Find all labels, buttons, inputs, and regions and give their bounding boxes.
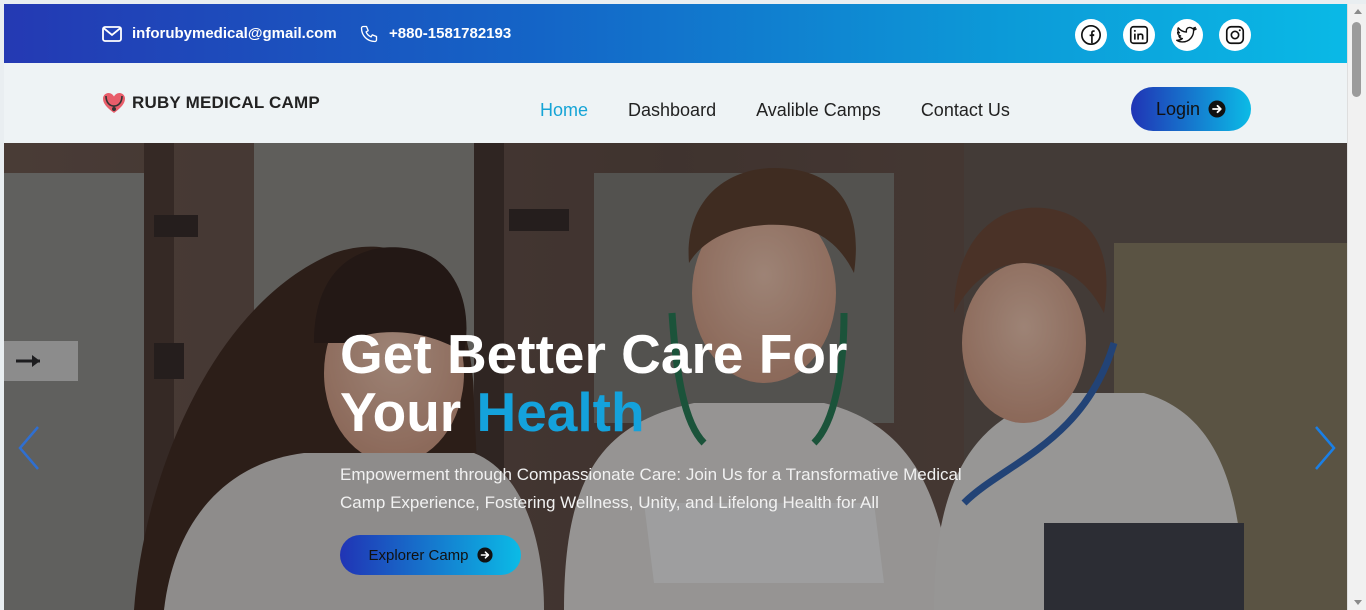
mail-icon xyxy=(102,25,122,42)
linkedin-link[interactable] xyxy=(1123,19,1155,51)
twitter-icon xyxy=(1176,26,1197,43)
instagram-link[interactable] xyxy=(1219,19,1251,51)
main-navbar: RUBY MEDICAL CAMP Home Dashboard Avalibl… xyxy=(4,63,1347,143)
scrollbar-thumb[interactable] xyxy=(1352,22,1361,97)
nav-item-dashboard[interactable]: Dashboard xyxy=(628,100,716,121)
carousel-prev-icon[interactable] xyxy=(14,423,44,473)
scroll-down-arrow-icon[interactable] xyxy=(1354,600,1362,605)
hero-title-line2: Your Health xyxy=(340,383,940,441)
hero-title-plain: Your xyxy=(340,381,462,443)
phone-icon xyxy=(360,25,378,42)
heart-stethoscope-icon xyxy=(103,93,125,113)
arrow-right-circle-icon xyxy=(476,547,493,563)
browser-viewport: inforubymedical@gmail.com +880-158178219… xyxy=(4,4,1347,610)
nav-item-contact-us[interactable]: Contact Us xyxy=(921,100,1010,121)
hero-title: Get Better Care For Your Health xyxy=(340,325,940,441)
linkedin-icon xyxy=(1129,25,1149,45)
vertical-scrollbar[interactable] xyxy=(1347,4,1366,610)
nav-item-available-camps[interactable]: Avalible Camps xyxy=(756,100,881,121)
social-links xyxy=(1075,19,1251,51)
brand-name: RUBY MEDICAL CAMP xyxy=(132,93,320,112)
facebook-icon xyxy=(1081,25,1101,45)
nav-menu: Home Dashboard Avalible Camps Contact Us xyxy=(540,100,1050,121)
hero-banner: Get Better Care For Your Health Empowerm… xyxy=(4,143,1347,610)
phone-contact[interactable]: +880-1581782193 xyxy=(359,4,511,63)
phone-text: +880-1581782193 xyxy=(389,25,512,42)
facebook-link[interactable] xyxy=(1075,19,1107,51)
arrow-right-circle-icon xyxy=(1208,100,1226,118)
login-button-label: Login xyxy=(1155,98,1201,119)
top-contact-bar: inforubymedical@gmail.com +880-158178219… xyxy=(4,4,1347,63)
hero-title-accent: Health xyxy=(476,381,645,443)
email-contact[interactable]: inforubymedical@gmail.com xyxy=(102,4,337,63)
hero-description: Empowerment through Compassionate Care: … xyxy=(340,465,962,512)
hero-title-line1: Get Better Care For xyxy=(340,323,848,385)
nav-item-home[interactable]: Home xyxy=(540,100,588,121)
scroll-up-arrow-icon[interactable] xyxy=(1354,9,1362,14)
instagram-icon xyxy=(1225,25,1245,45)
email-text: inforubymedical@gmail.com xyxy=(132,25,337,42)
carousel-next-icon[interactable] xyxy=(1310,423,1340,473)
login-button[interactable]: Login xyxy=(1131,87,1251,131)
explore-camp-label: Explorer Camp xyxy=(368,546,469,564)
twitter-link[interactable] xyxy=(1171,19,1203,51)
brand-logo[interactable]: RUBY MEDICAL CAMP xyxy=(100,89,320,117)
explore-camp-button[interactable]: Explorer Camp xyxy=(340,535,521,575)
